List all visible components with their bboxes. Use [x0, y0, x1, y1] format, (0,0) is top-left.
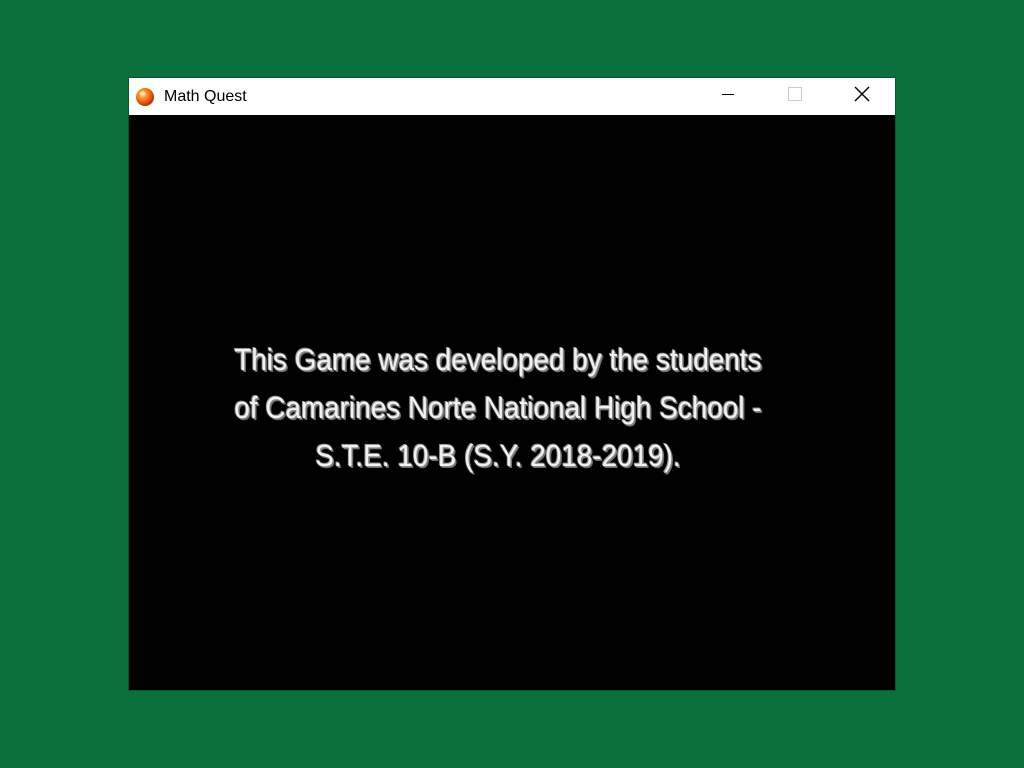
maximize-icon — [787, 87, 802, 106]
credits-line-2: of Camarines Norte National High School … — [234, 390, 762, 425]
window-controls — [694, 78, 895, 115]
credits-line-3: S.T.E. 10-B (S.Y. 2018-2019). — [315, 438, 681, 473]
game-screen[interactable]: This Game was developed by the students … — [129, 115, 895, 690]
close-icon — [854, 86, 870, 107]
credits-line-1: This Game was developed by the students — [234, 342, 762, 377]
close-button[interactable] — [828, 78, 895, 115]
credits-message: This Game was developed by the students … — [166, 336, 830, 480]
game-window: Math Quest This Game was developed by th… — [129, 78, 895, 690]
minimize-button[interactable] — [694, 78, 761, 115]
window-title: Math Quest — [164, 88, 247, 105]
maximize-button[interactable] — [761, 78, 828, 115]
minimize-icon — [721, 87, 735, 106]
orange-ball-icon — [135, 87, 155, 107]
title-bar[interactable]: Math Quest — [129, 78, 895, 115]
